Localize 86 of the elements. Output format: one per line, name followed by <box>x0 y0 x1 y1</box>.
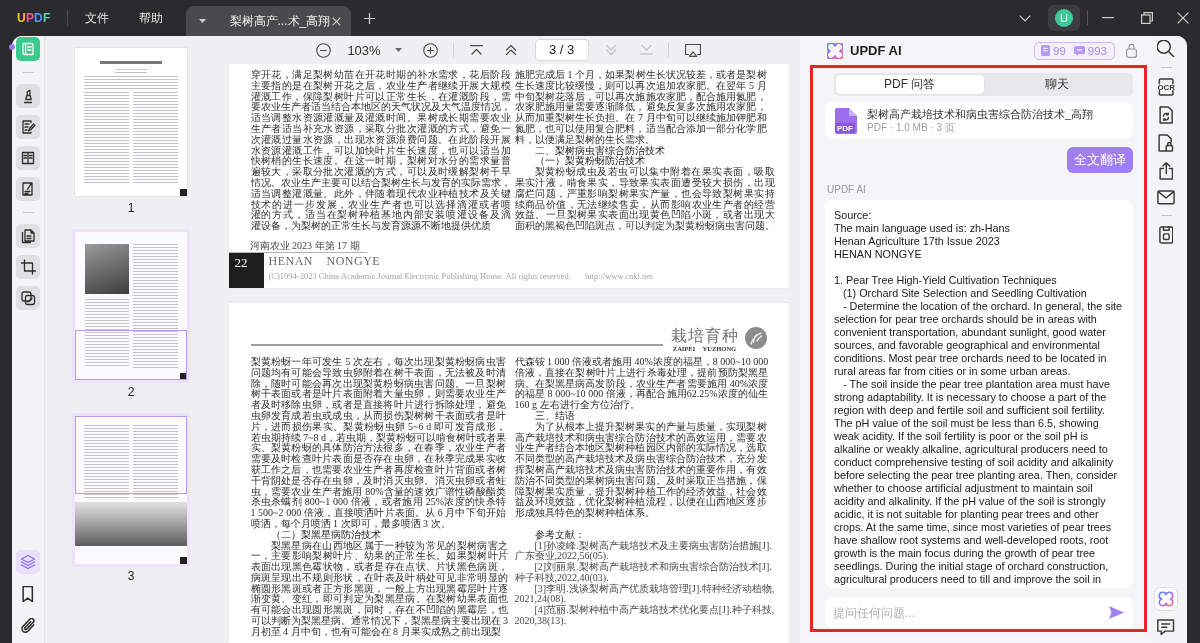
chat-bubble-icon <box>1073 45 1085 56</box>
document-tab[interactable]: 梨树高产...术_高翔 <box>185 6 351 36</box>
reference-entry: [1]孙凌峰.梨树高产栽培技术及主要病虫害防治措施[J]. 广东蚕业,2022,56(05). <box>514 540 772 562</box>
presentation-icon[interactable] <box>684 43 701 57</box>
file-name: 梨树高产栽培技术和病虫害综合防治技术_高翔 <box>867 107 1094 121</box>
document-pen-icon[interactable] <box>16 115 40 139</box>
mail-icon[interactable] <box>1157 190 1175 206</box>
section-heading: 二、梨树病虫害综合防治技术 <box>533 145 666 157</box>
search-icon[interactable] <box>1157 40 1175 58</box>
copyright-notice: (C)1994-2023 China Academic Journal Electronic Publishing House. All rights reserved. <box>268 270 571 281</box>
leaf-logo-icon <box>744 326 767 349</box>
credit-count: 99 <box>1053 44 1066 57</box>
reference-entry: [3]李明.浅谈梨树高产优质栽培管理[J].特种经济动植物, 2021,24(08). <box>514 583 775 605</box>
minimize-icon[interactable] <box>1102 17 1114 19</box>
ai-logo-icon <box>827 42 843 59</box>
menu-item[interactable]: 帮助 <box>129 5 172 31</box>
square-mark-icon <box>180 189 187 196</box>
reference-entry: [4]范丽.梨树种植中高产栽培技术优化要点[J].种子科技, 2020,38(13). <box>514 605 775 627</box>
paragraph: 为了从根本上提升梨树果实的产量与质量，实现梨树 高产栽培技术和病虫害综合防治技术的高效运用，需要农 业生产者结合本地区梨树种植园区内部的实际情况，选取 不同类型的高产栽培技术及病虫害综合防治技术，充分发 挥梨树高产栽培技术及病虫害防治技术的重要作用，有效 防治不同类型的果树病虫害问题。及时采取正当措施，保 障梨树果实质量，提升梨树种植工作的经济效益，社会效 益及环境效益，优化梨树种植流程，以便在山西地区逐步 形成独具特色的梨树种植体系。 <box>514 421 767 519</box>
website-url: http://www.cnki.net <box>584 270 653 281</box>
comment-icon[interactable] <box>1157 618 1175 635</box>
tab[interactable]: 聊天 <box>983 75 1131 94</box>
document-lock-icon[interactable] <box>1158 134 1174 153</box>
tab[interactable]: PDF 问答 <box>836 75 984 94</box>
share-icon[interactable] <box>1158 162 1174 181</box>
sender-label: UPDF AI <box>827 184 867 195</box>
app-logo: UPDF <box>17 11 51 25</box>
split-page-icon[interactable] <box>16 146 40 170</box>
paragraph: 梨黄粉蚜成虫及若虫可以集中附着在果实表面，吸取 果实汁液，啃食果实，导致果实表面遭受较大损伤，出现 腐烂问题，严重影响梨树果实产量，也会导致梨树果实持 续商品价值，无法继续售卖，从而影响农业生产者的经营 效益。一旦梨树果实表面出现黄色凹陷小斑，或者出现大 面积的黑褐色凹陷斑点，可以判定为梨黄粉蚜病虫害问题。 <box>514 167 775 232</box>
ai-logo-icon[interactable] <box>1154 586 1178 611</box>
send-icon[interactable] <box>1109 606 1124 619</box>
pages-icon[interactable] <box>16 224 40 248</box>
paragraph: 梨黑星病在山西地区属于一种较为常见的梨树病害之 一，主要影响梨树叶片、幼果的正常生长。如果梨树叶片 表面出现黑色霉状物，或者是存在点状、片状黑色病斑， 病斑呈现出不规则形状，在叶表及叶柄处可见非常明显的 椭圆形黑斑或者正方形黑斑，一般上方出现黑霉层叶片逐 渐变黄、变红，即可判定为梨黑星病。在梨树幼果表面也 有可能会出现圆形黑斑，同时，存在不凹陷的黑霉层，也 可以判断为梨黑星病。通常情况下，梨黑星病主要出现在 3 月初至 4 月中旬，也有可能会在 8 月果实成熟之前出现梨 <box>250 540 508 638</box>
menu-item[interactable]: 文件 <box>75 5 118 31</box>
section-heading: 三、结语 <box>534 410 575 422</box>
close-icon[interactable] <box>1177 12 1189 24</box>
save-icon[interactable] <box>1158 226 1174 245</box>
page-number: 22 <box>228 252 264 288</box>
square-mark-icon <box>180 373 187 380</box>
layers-icon[interactable] <box>16 549 40 574</box>
credit-count: 993 <box>1087 44 1107 57</box>
page-thumbnail[interactable] <box>75 232 187 380</box>
photo-placeholder <box>85 243 129 295</box>
paperclip-icon[interactable] <box>20 617 36 634</box>
double-chevron-up-icon[interactable] <box>505 45 516 55</box>
question-input[interactable]: 提问任何问题... <box>825 597 1133 628</box>
journal-issue: 河南农业 2023 年第 17 期 <box>249 239 360 252</box>
zoom-level-dropdown[interactable]: 103% <box>347 42 402 58</box>
close-icon[interactable] <box>331 16 341 26</box>
document-sync-icon[interactable] <box>1158 106 1174 125</box>
lock-icon[interactable] <box>1126 43 1137 58</box>
caret-icon <box>394 48 402 52</box>
paragraph: 代森铵 1 000 倍液或者施用 40%浓度的福星，8 000~10 000 倍液，直接在梨树叶片上进行杀毒处理，提前预防梨黑星 病。在梨黑星病高发阶段，农业生产者需要施用 40%浓度 的福星 8 000~10 000 倍液，再配合施用62.25%浓度的仙生 160 g 左右进行全方位治疗。 <box>514 356 769 411</box>
page-thumbnail[interactable] <box>75 416 187 564</box>
section-heading: （二）梨黑星病防治技术 <box>270 529 381 541</box>
paragraph: 梨黄粉蚜一年可发生 5 次左右，每次出现梨黄粉蚜病虫害 问题均有可能会导致虫卵附着在树干表面，无法被及时清 除，随时可能会再次出现梨黄粉蚜病虫害问题。一旦梨树 树干表面或者是叶片表面附着大量虫卵，则需要农业生产 者及时移除虫卵，或者是直接将叶片进行拆除处理，避免 虫卵发育成若虫或成虫，从而损伤梨树树干表面或者是叶 片，进而损伤果实。梨黄粉蚜虫卵 5~6 d 即可发育成形， 若虫期持续 7~8 d，若虫期，梨黄粉蚜可以啃食树叶或者果 实。梨黄粉蚜的具体防治方法很多，在春季，农业生产者 需要及时检查叶片表面是否存在虫卵，在秋季完成果实收 获工作之后，也需要农业生产者再度检查叶片背面或者树 干背阴处是否存在虫卵，及时消灭虫卵。消灭虫卵或者蛀 虫，需要农业生产者施用 80%含量的速效广谱性磷酸酯类 杀虫杀螨剂 800~1 000 倍液，或者施用 25%浓度的快杀特 1 500~2 000 倍液，直接喷洒叶片表面。从 6 月中下旬开始 喷洒，每个月喷洒 1 次即可，最多喷洒 3 次。 <box>250 356 506 530</box>
page-number-label: 1 <box>127 200 135 217</box>
chevron-down-icon[interactable] <box>1019 14 1031 22</box>
restore-icon[interactable] <box>1141 12 1153 24</box>
reference-entry: [2]刘丽泉.梨树高产栽培技术和病虫害综合防治技术[J]. 种子科技,2022,40(03). <box>514 562 772 583</box>
bookmark-icon[interactable] <box>22 585 34 602</box>
references-heading: 参考文献： <box>533 529 586 540</box>
page-thumbnail[interactable] <box>75 48 187 196</box>
form-icon[interactable] <box>16 177 40 201</box>
square-mark-icon <box>180 557 187 564</box>
zoom-in-icon[interactable] <box>422 42 438 58</box>
caret-icon[interactable] <box>198 19 206 23</box>
file-info: PDF · 1.0 MB · 3 页 <box>867 121 956 134</box>
first-page-icon[interactable] <box>469 45 483 55</box>
overlap-squares-icon[interactable] <box>16 286 40 310</box>
document-icon <box>1041 45 1050 56</box>
page-number-label: 3 <box>127 568 135 585</box>
journal-name: HENAN NONGYE <box>268 253 381 268</box>
title-line-drawing <box>99 61 163 65</box>
plus-icon[interactable] <box>363 12 375 24</box>
panel-title: UPDF AI <box>850 43 902 58</box>
pdf-file-icon: PDF <box>835 107 857 134</box>
page-number-field[interactable]: 3 / 3 <box>534 39 589 61</box>
highlighter-icon[interactable] <box>16 84 40 108</box>
zoom-out-icon[interactable] <box>316 42 332 58</box>
status-dot <box>9 44 15 50</box>
message-text: Source: The main language used is: zh-Hans Henan Agriculture 17th Issue 2023 HENAN NONGYE 1. Pear Tree High-Yield Cultivation Techniques (1) Orchard Site Selection and Seedling Cultivation - Determine the location of the orchard. In general, the site selection for pear tree orchards should be in areas with convenient transportation, abundant sunlight, good water sources, and favorable geographical and environmental conditions. Most pear tree orchards need to be located in rural areas far from cities or in some urban areas. - The soil inside the pear tree plantation area must have strong adaptability. It is necessary to choose a part of the region with deep and fertile soil and sufficient soil fertility. The pH value of the soil must be less than 6.5, showing weak acidity. If the soil fertility is poor or the soil pH is alkaline or weakly alkaline, agricultural producers need to conduct comprehensive testing of soil acidity and alkalinity before selecting the pear tree planting area. Then, consider whether to choose artificial adjustment to maintain soil acidity and alkalinity. If the pH value of the soil is strongly acidic, it is not suitable for planting pear trees and other crops. At the same time, since most varieties of pear trees have shallow root systems and well-developed roots, root growth is the main focus during the growth of pear tree seedlings. During the initial stage of orchard construction, agricultural producers need to till and improve the soil in <box>834 209 1124 586</box>
paragraph: 穿开花，满足梨树幼苗在开花时期的补水需求，花后阶段 主要指的是在梨树开花之后，农业生产者继续开展大规模 灌溉工作，保障梨树叶片可以正常生长，在灌溉阶段，需 要农业生产者适当结合本地区的天气状况及大气温度情况， 适当调整水资源灌溉量及灌溉时间。果树成长期需要农业 生产者适当补充水资源，采取分批次灌溉的方式，避免一 次灌溉过量水资源，出现水资源浪费问题。在此阶段开展 水资源灌溉工作，可以加快叶片生长速度，也可以适当加 快树梢的生长速度。在这一时期，梨树对水分的需求量普 遍较大，采取分批次灌溉的方式，可以及时缓解梨树干旱 情况。农业生产主要可以结合梨树生长与发育的实际需求， 适当调整灌溉量。此外，伴随着现代农业种植技术及关键 技术的进一步发展，农业生产者也可以选择滴灌或者喷 灌的方式，适当在梨树种植基地内部安装喷灌设备及滴 灌设备，为梨树的正常生长与发育源源不断地提供优质 <box>250 70 511 232</box>
section-title: 栽培育种 <box>670 326 739 345</box>
page-number-label: 2 <box>127 384 135 401</box>
crop-icon[interactable] <box>16 255 40 279</box>
